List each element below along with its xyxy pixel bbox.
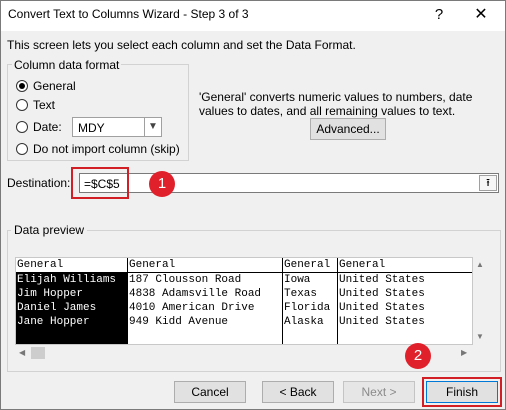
destination-highlight [71, 167, 129, 199]
preview-cell: United States [339, 274, 425, 286]
data-preview-title: Data preview [11, 223, 88, 237]
preview-cell: Alaska [284, 316, 324, 328]
preview-cell: 949 Kidd Avenue [129, 316, 229, 328]
format-description: 'General' converts numeric values to num… [199, 90, 473, 118]
preview-cell: United States [339, 288, 425, 300]
preview-cell: 4838 Adamsville Road [129, 288, 262, 300]
preview-cell: Jane Hopper [17, 316, 90, 328]
scroll-left-icon[interactable]: ◀ [19, 348, 25, 357]
dialog-title: Convert Text to Columns Wizard - Step 3 … [8, 7, 249, 21]
scroll-up-icon[interactable]: ▲ [476, 260, 484, 269]
preview-column-2[interactable]: General 187 Clousson Road 4838 Adamsvill… [128, 258, 283, 344]
preview-cell: Iowa [284, 274, 311, 286]
preview-column-4[interactable]: General United States United States Unit… [338, 258, 472, 344]
step-badge-1: 1 [149, 171, 175, 197]
preview-cell: Elijah Williams [17, 274, 117, 286]
preview-cell: Texas [284, 288, 318, 300]
scroll-down-icon[interactable]: ▼ [476, 332, 484, 341]
radio-text-label[interactable]: Text [33, 98, 55, 112]
column-header[interactable]: General [16, 258, 127, 273]
title-bar: Convert Text to Columns Wizard - Step 3 … [1, 1, 505, 31]
date-format-value: MDY [78, 121, 105, 135]
help-icon[interactable]: ? [429, 4, 449, 26]
radio-general-label[interactable]: General [33, 79, 76, 93]
chevron-down-icon[interactable]: ▼ [144, 118, 161, 136]
finish-highlight [422, 377, 502, 407]
intro-text: This screen lets you select each column … [7, 38, 356, 52]
radio-selected-dot [19, 83, 25, 89]
next-button[interactable]: Next > [343, 381, 415, 403]
collapse-dialog-icon[interactable]: ⭱ [479, 175, 497, 191]
preview-cell: United States [339, 316, 425, 328]
radio-text[interactable] [16, 99, 28, 111]
wizard-dialog: Convert Text to Columns Wizard - Step 3 … [0, 0, 506, 410]
destination-label: Destination: [7, 176, 71, 190]
column-format-title: Column data format [12, 58, 122, 72]
preview-column-1[interactable]: General Elijah Williams Jim Hopper Danie… [16, 258, 128, 344]
radio-date-label[interactable]: Date: [33, 120, 62, 134]
data-preview-grid[interactable]: General Elijah Williams Jim Hopper Danie… [15, 257, 473, 345]
date-format-select[interactable]: MDY ▼ [72, 117, 162, 137]
preview-cell: 4010 American Drive [129, 302, 255, 314]
preview-cell: Daniel James [17, 302, 97, 314]
radio-date[interactable] [16, 121, 28, 133]
close-icon[interactable]: ✕ [469, 4, 493, 26]
scroll-thumb[interactable] [31, 347, 45, 359]
destination-input[interactable]: =$C$5 ⭱ [79, 173, 499, 193]
vertical-scrollbar[interactable]: ▲ ▼ [473, 257, 487, 345]
preview-column-3[interactable]: General Iowa Texas Florida Alaska [283, 258, 338, 344]
preview-cell: Jim Hopper [17, 288, 84, 300]
preview-cell: United States [339, 302, 425, 314]
step-badge-2: 2 [405, 343, 431, 369]
radio-skip-label[interactable]: Do not import column (skip) [33, 142, 180, 156]
radio-general[interactable] [16, 80, 28, 92]
scroll-right-icon[interactable]: ▶ [461, 348, 467, 357]
radio-skip[interactable] [16, 143, 28, 155]
back-button[interactable]: < Back [262, 381, 334, 403]
preview-cell: Florida [284, 302, 331, 314]
advanced-button[interactable]: Advanced... [310, 118, 386, 140]
preview-cell: 187 Clousson Road [129, 274, 242, 286]
column-header[interactable]: General [128, 258, 282, 273]
cancel-button[interactable]: Cancel [174, 381, 246, 403]
column-header[interactable]: General [338, 258, 472, 273]
column-header[interactable]: General [283, 258, 337, 273]
